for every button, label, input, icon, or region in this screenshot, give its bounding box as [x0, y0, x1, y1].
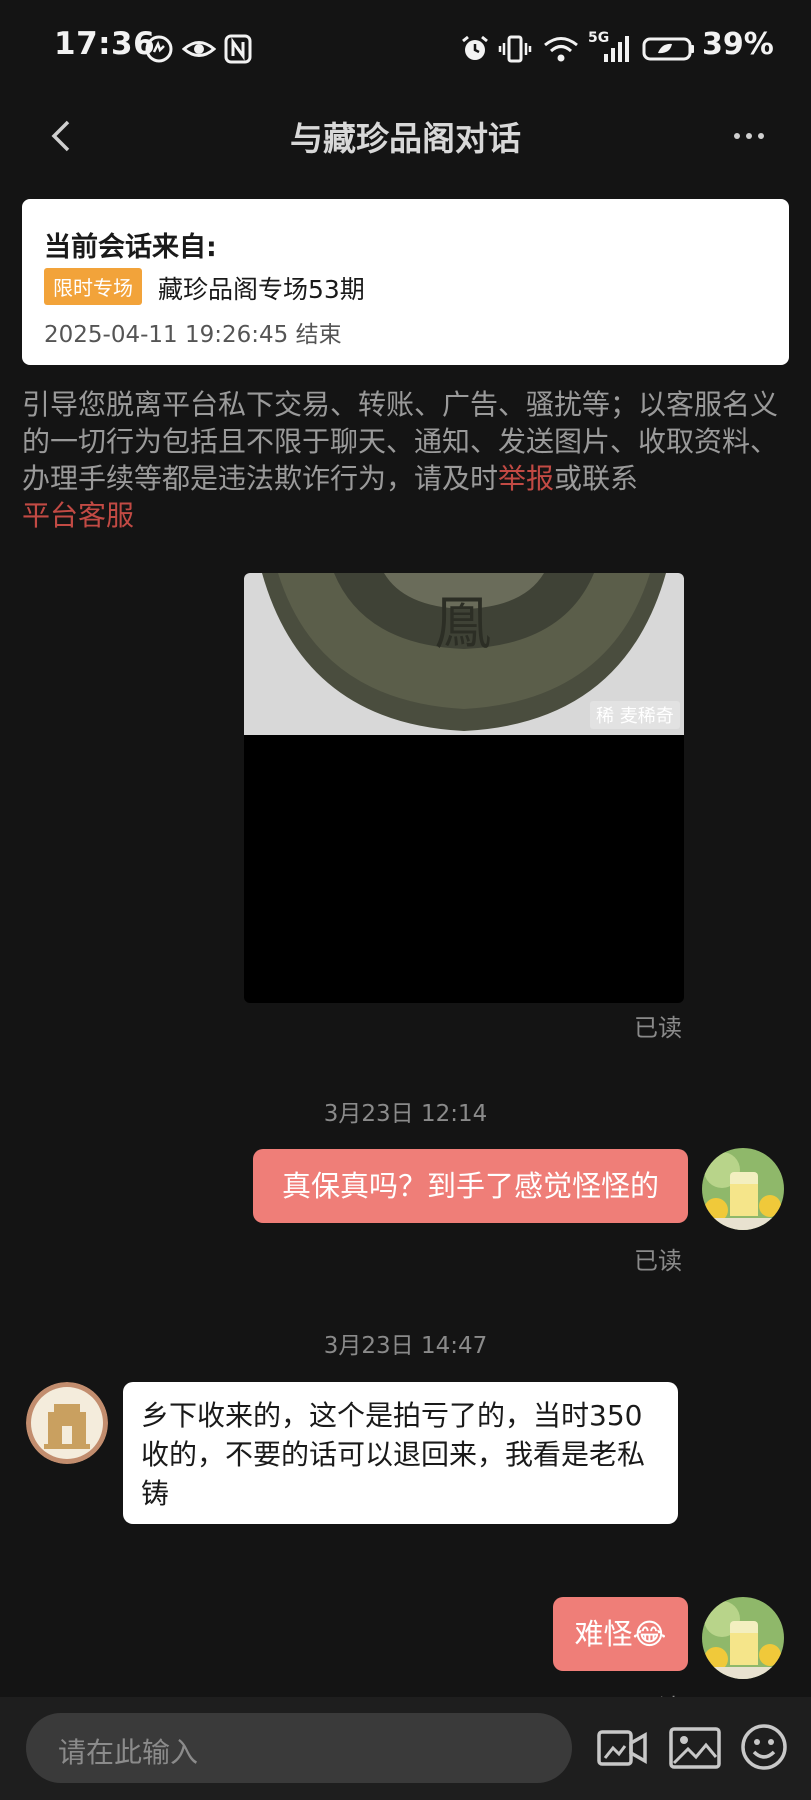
- read-receipt-image: 已读: [634, 1014, 682, 1042]
- vibrate-icon: [498, 35, 532, 63]
- warning-middle: 或联系: [554, 462, 639, 495]
- user-avatar[interactable]: [702, 1597, 784, 1679]
- battery-percent: 39%: [702, 27, 774, 62]
- user-avatar[interactable]: [702, 1148, 784, 1230]
- session-card-title: 当前会话来自:: [44, 232, 217, 263]
- message-timestamp: 3月23日 12:14: [323, 1101, 488, 1127]
- report-link[interactable]: 举报: [498, 462, 554, 495]
- input-placeholder: 请在此输入: [58, 1736, 199, 1769]
- session-source-card[interactable]: 当前会话来自: 限时专场 藏珍品阁专场53期 2025-04-11 19:26:…: [22, 199, 789, 365]
- read-receipt: 已读: [634, 1247, 682, 1275]
- message-timestamp: 3月23日 14:47: [323, 1333, 488, 1359]
- warning-text: 引导您脱离平台私下交易、转账、广告、骚扰等；以客服名义的一切行为包括且不限于聊天…: [22, 388, 779, 495]
- seller-avatar[interactable]: [26, 1382, 108, 1464]
- lemonade-avatar-image: [702, 1597, 784, 1679]
- smart-assistant-icon: [145, 35, 173, 63]
- eye-icon: [182, 41, 216, 57]
- auction-end-date: 2025-04-11 19:26:45 结束: [44, 322, 342, 348]
- image-icon[interactable]: [668, 1725, 722, 1771]
- page-title: 与藏珍品阁对话: [290, 119, 521, 158]
- message-input[interactable]: 请在此输入: [26, 1713, 572, 1783]
- coin-character: 鳯: [434, 589, 492, 657]
- nfc-icon: [224, 34, 252, 64]
- incoming-message[interactable]: 乡下收来的，这个是拍亏了的，当时350收的，不要的话可以退回来，我看是老私铸: [123, 1382, 678, 1524]
- seller-logo-image: [26, 1382, 108, 1464]
- customer-service-link[interactable]: 平台客服: [22, 499, 134, 532]
- more-horizontal-icon[interactable]: [732, 126, 766, 146]
- coin-photo: 鳯 稀 麦稀奇: [244, 573, 684, 735]
- video-camera-icon[interactable]: [596, 1725, 648, 1771]
- auction-session-name: 藏珍品阁专场53期: [158, 275, 365, 304]
- lemonade-avatar-image: [702, 1148, 784, 1230]
- battery-icon: [642, 37, 694, 61]
- image-message[interactable]: 鳯 稀 麦稀奇: [244, 573, 684, 1003]
- chat-header: 与藏珍品阁对话: [0, 96, 811, 178]
- limited-time-tag: 限时专场: [44, 268, 142, 305]
- outgoing-message[interactable]: 真保真吗？到手了感觉怪怪的: [253, 1149, 688, 1223]
- status-bar: 17:36 5G 39%: [0, 0, 811, 96]
- input-bar: 请在此输入: [0, 1697, 811, 1800]
- emoji-icon[interactable]: [740, 1723, 788, 1771]
- signal-icon: [604, 36, 629, 62]
- fraud-warning: 引导您脱离平台私下交易、转账、广告、骚扰等；以客服名义的一切行为包括且不限于聊天…: [22, 386, 782, 534]
- wifi-icon: [544, 37, 578, 62]
- status-time: 17:36: [54, 26, 156, 62]
- image-watermark: 稀 麦稀奇: [596, 706, 674, 727]
- alarm-icon: [462, 35, 488, 60]
- outgoing-message[interactable]: 难怪😂: [553, 1597, 688, 1671]
